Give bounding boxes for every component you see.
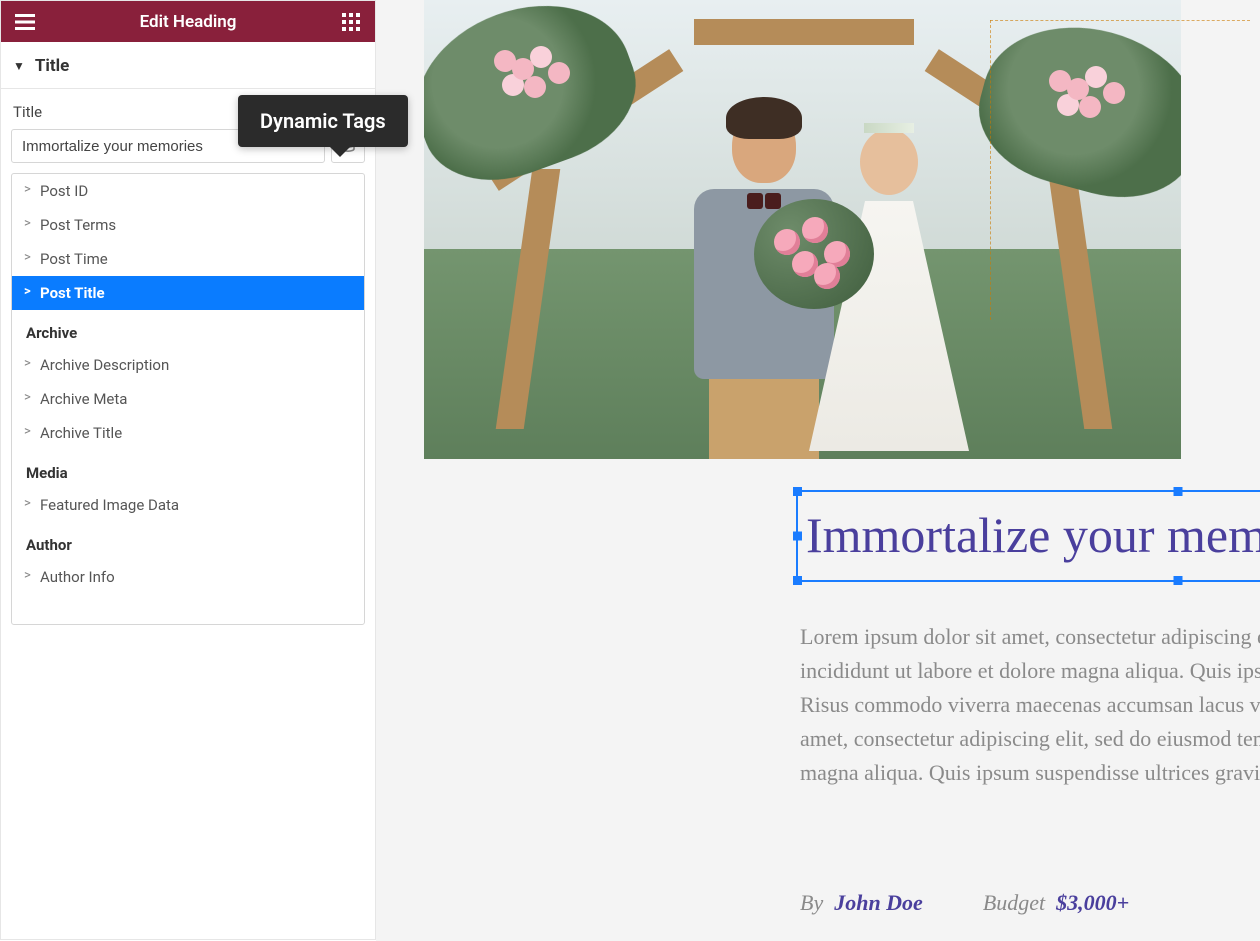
hamburger-icon [15,14,35,30]
apps-grid-icon [342,13,360,31]
dropdown-group-label: Author [12,522,364,560]
chevron-right-icon: > [24,390,31,405]
dropdown-item-label: Author Info [40,568,115,586]
hero-image [424,0,1181,459]
section-label: Title [35,56,69,76]
dropdown-item-label: Post Title [40,284,105,302]
menu-button[interactable] [11,8,39,36]
page-meta: By John Doe Budget $3,000+ [800,890,1260,916]
budget-value: $3,000+ [1056,890,1129,915]
dropdown-list[interactable]: > Post ID> Post Terms> Post Time> Post T… [12,174,364,624]
by-value: John Doe [834,890,923,915]
dynamic-tags-dropdown: > Post ID> Post Terms> Post Time> Post T… [11,173,365,625]
chevron-right-icon: > [24,216,31,231]
meta-by: By John Doe [800,890,923,916]
chevron-right-icon: > [24,424,31,439]
dynamic-tags-tooltip: Dynamic Tags [238,95,408,147]
meta-budget: Budget $3,000+ [983,890,1129,916]
dropdown-item[interactable]: > Post Time [12,242,364,276]
dropdown-item-label: Archive Description [40,356,169,374]
dropdown-item[interactable]: > Archive Description [12,348,364,382]
chevron-right-icon: > [24,568,31,583]
dropdown-item[interactable]: > Archive Meta [12,382,364,416]
chevron-right-icon: > [24,356,31,371]
dropdown-item[interactable]: > Archive Title [12,416,364,450]
panel-header: Edit Heading [1,1,375,42]
chevron-right-icon: > [24,496,31,511]
resize-handle[interactable] [793,532,802,541]
section-toggle-title[interactable]: ▼ Title [1,42,375,89]
dropdown-item[interactable]: > Post ID [12,174,364,208]
dropdown-group-label: Archive [12,310,364,348]
page-canvas: Immortalize your memories Lorem ipsum do… [376,0,1260,941]
caret-down-icon: ▼ [13,59,25,73]
dropdown-item-label: Featured Image Data [40,496,179,514]
dropdown-item-label: Post Terms [40,216,116,234]
dropdown-item-label: Post ID [40,182,88,200]
chevron-right-icon: > [24,182,31,197]
dropdown-item[interactable]: > Post Title [12,276,364,310]
chevron-right-icon: > [24,284,31,299]
resize-handle[interactable] [793,487,802,496]
dropdown-group-label: Media [12,450,364,488]
dropdown-item-label: Post Time [40,250,108,268]
alignment-guide-icon [990,20,1250,21]
dropdown-item[interactable]: > Featured Image Data [12,488,364,522]
page-headline[interactable]: Immortalize your memories [798,492,1260,578]
dropdown-item[interactable]: > Author Info [12,560,364,594]
budget-label: Budget [983,890,1045,915]
chevron-right-icon: > [24,250,31,265]
resize-handle[interactable] [1174,576,1183,585]
resize-handle[interactable] [1174,487,1183,496]
dropdown-item-label: Archive Title [40,424,122,442]
page-paragraph: Lorem ipsum dolor sit amet, consectetur … [800,620,1260,790]
selected-element-heading[interactable]: Immortalize your memories [796,490,1260,582]
apps-button[interactable] [337,8,365,36]
dropdown-item[interactable]: > Post Terms [12,208,364,242]
by-label: By [800,890,823,915]
alignment-guide-icon [990,20,991,320]
panel-title: Edit Heading [39,12,337,32]
dropdown-item-label: Archive Meta [40,390,127,408]
resize-handle[interactable] [793,576,802,585]
